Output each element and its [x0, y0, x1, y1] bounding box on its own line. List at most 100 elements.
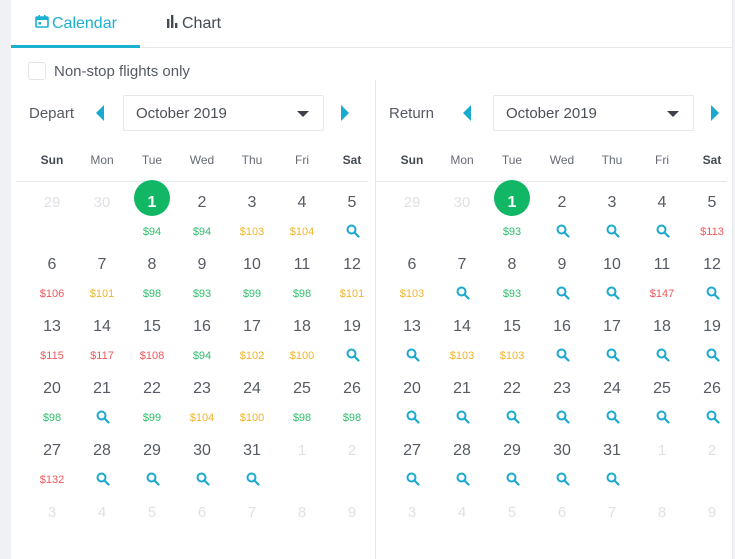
day-cell[interactable]: 7: [437, 236, 487, 300]
day-cell[interactable]: 27: [387, 422, 437, 486]
day-cell[interactable]: 8 $93: [487, 236, 537, 300]
day-number: 12: [343, 256, 361, 273]
day-cell[interactable]: 3 $103: [227, 174, 277, 238]
day-cell[interactable]: 2 $94: [177, 174, 227, 238]
day-cell[interactable]: 5: [327, 174, 377, 238]
nonstop-filter[interactable]: Non-stop flights only: [28, 62, 190, 80]
weekday-label: Fri: [295, 153, 309, 167]
day-cell[interactable]: 21: [77, 360, 127, 424]
day-number: 9: [347, 504, 357, 521]
day-number: 14: [453, 318, 471, 335]
day-number: 7: [247, 504, 257, 521]
day-cell[interactable]: 12: [687, 236, 735, 300]
day-cell[interactable]: 9 $93: [177, 236, 227, 300]
day-cell[interactable]: 18 $100: [277, 298, 327, 362]
day-cell[interactable]: 11 $147: [637, 236, 687, 300]
day-cell[interactable]: 20: [387, 360, 437, 424]
day-number: 18: [293, 318, 311, 335]
depart-label: Depart: [29, 105, 75, 122]
day-cell[interactable]: 25: [637, 360, 687, 424]
day-cell[interactable]: 22: [487, 360, 537, 424]
weekday-label: Sat: [342, 153, 362, 167]
day-cell[interactable]: 3: [587, 174, 637, 238]
day-cell[interactable]: 15 $103: [487, 298, 537, 362]
day-cell[interactable]: 19: [687, 298, 735, 362]
day-number: 30: [553, 442, 571, 459]
day-cell[interactable]: 5 $113: [687, 174, 735, 238]
day-cell[interactable]: 29: [487, 422, 537, 486]
day-cell[interactable]: 29: [127, 422, 177, 486]
day-number: 4: [457, 504, 467, 521]
selected-day-cell[interactable]: 1 $93: [487, 174, 537, 238]
return-month-dropdown[interactable]: October 2019: [493, 95, 694, 131]
day-cell[interactable]: 12 $101: [327, 236, 377, 300]
day-cell[interactable]: 19: [327, 298, 377, 362]
day-cell[interactable]: 15 $108: [127, 298, 177, 362]
day-cell[interactable]: 30: [177, 422, 227, 486]
day-cell[interactable]: 31: [227, 422, 277, 486]
day-cell[interactable]: 17 $102: [227, 298, 277, 362]
day-cell[interactable]: 8 $98: [127, 236, 177, 300]
tab-calendar[interactable]: Calendar: [35, 0, 117, 48]
day-cell[interactable]: 13 $115: [27, 298, 77, 362]
return-prev-month-arrow-icon[interactable]: [463, 105, 471, 121]
return-next-month-arrow-icon[interactable]: [711, 105, 719, 121]
day-cell[interactable]: 28: [437, 422, 487, 486]
day-cell[interactable]: 16: [537, 298, 587, 362]
day-cell[interactable]: 21: [437, 360, 487, 424]
day-cell[interactable]: 24 $100: [227, 360, 277, 424]
day-cell[interactable]: 13: [387, 298, 437, 362]
tab-chart-label: Chart: [182, 15, 222, 32]
day-number: 7: [607, 504, 617, 521]
depart-next-month-arrow-icon[interactable]: [341, 105, 349, 121]
day-cell[interactable]: 28: [77, 422, 127, 486]
weekday-label: Fri: [655, 153, 669, 167]
day-cell[interactable]: 18: [637, 298, 687, 362]
day-cell[interactable]: 2: [537, 174, 587, 238]
day-cell: 1: [277, 422, 327, 484]
day-cell[interactable]: 7 $101: [77, 236, 127, 300]
day-cell[interactable]: 26: [687, 360, 735, 424]
day-number: 13: [43, 318, 61, 335]
depart-month-value: October 2019: [136, 105, 227, 122]
day-cell[interactable]: 20 $98: [27, 360, 77, 424]
day-cell[interactable]: 23 $104: [177, 360, 227, 424]
day-cell[interactable]: 25 $98: [277, 360, 327, 424]
selected-day-cell[interactable]: 1 $94: [127, 174, 177, 238]
day-number: 28: [93, 442, 111, 459]
day-number: 9: [707, 504, 717, 521]
day-number: 5: [147, 504, 157, 521]
day-cell[interactable]: 6 $103: [387, 236, 437, 300]
day-cell[interactable]: 9: [537, 236, 587, 300]
day-cell[interactable]: 10: [587, 236, 637, 300]
day-cell[interactable]: 14 $103: [437, 298, 487, 362]
day-cell[interactable]: 24: [587, 360, 637, 424]
day-cell[interactable]: 23: [537, 360, 587, 424]
day-cell[interactable]: 26 $98: [327, 360, 377, 424]
tab-chart[interactable]: Chart: [167, 0, 221, 48]
nonstop-label: Non-stop flights only: [54, 62, 190, 80]
day-cell[interactable]: 4: [637, 174, 687, 238]
day-cell[interactable]: 14 $117: [77, 298, 127, 362]
day-number: 31: [603, 442, 621, 459]
day-number: 6: [407, 256, 417, 273]
depart-month-dropdown[interactable]: October 2019: [123, 95, 324, 131]
day-cell[interactable]: 6 $106: [27, 236, 77, 300]
chevron-down-icon: [667, 111, 679, 117]
day-number: 24: [603, 380, 621, 397]
day-cell[interactable]: 31: [587, 422, 637, 486]
day-cell[interactable]: 30: [537, 422, 587, 486]
day-cell[interactable]: 27 $132: [27, 422, 77, 486]
nonstop-checkbox[interactable]: [28, 62, 46, 80]
day-cell[interactable]: 22 $99: [127, 360, 177, 424]
day-cell: 8: [277, 484, 327, 546]
day-cell[interactable]: 10 $99: [227, 236, 277, 300]
day-cell[interactable]: 4 $104: [277, 174, 327, 238]
day-cell[interactable]: 17: [587, 298, 637, 362]
depart-prev-month-arrow-icon[interactable]: [96, 105, 104, 121]
day-number: 29: [503, 442, 521, 459]
day-cell[interactable]: 16 $94: [177, 298, 227, 362]
day-cell[interactable]: 11 $98: [277, 236, 327, 300]
day-number: 7: [97, 256, 107, 273]
day-cell: 6: [177, 484, 227, 546]
